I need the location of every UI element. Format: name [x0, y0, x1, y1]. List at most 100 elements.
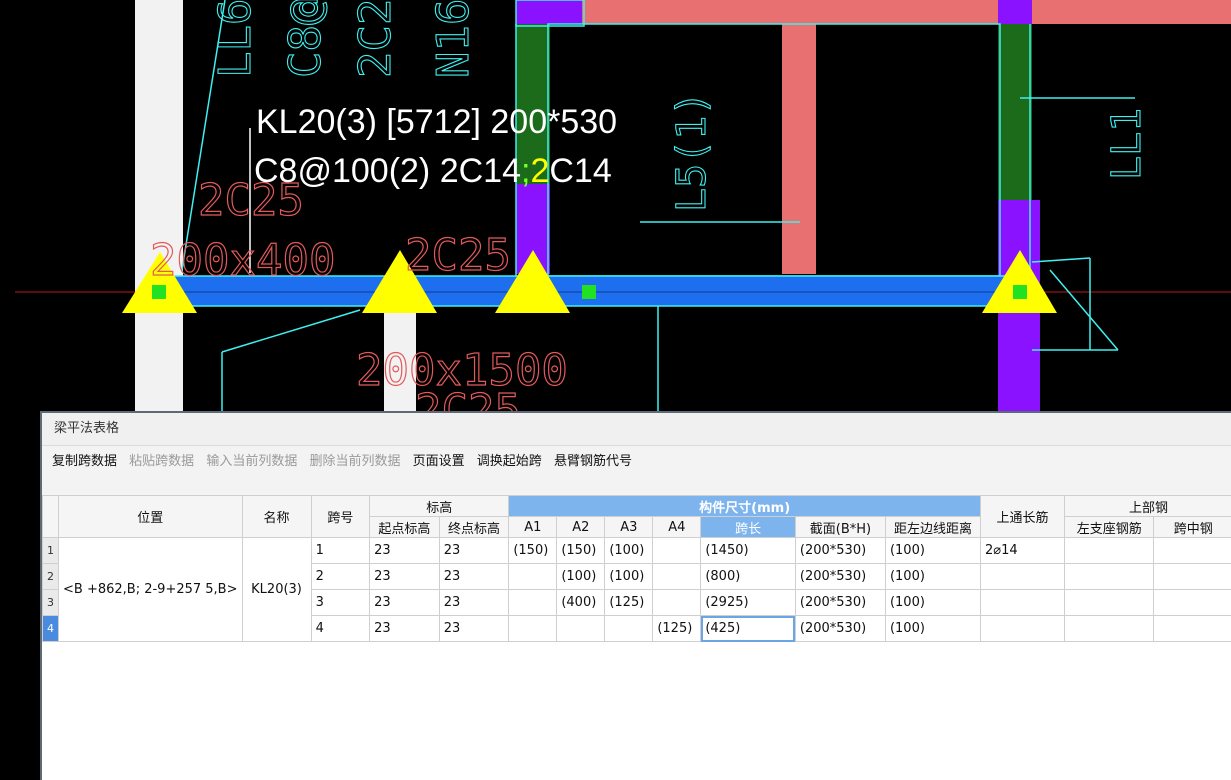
beam-annotation-line1[interactable]: KL20(3) [5712] 200*530	[256, 103, 617, 141]
cell-end-elev[interactable]: 23	[438, 563, 510, 590]
cell-span-length[interactable]: (2925)	[700, 589, 796, 616]
row-number[interactable]: 1	[42, 537, 59, 564]
cell-left-dist[interactable]: (100)	[884, 615, 981, 642]
col-a2: A2	[556, 516, 606, 538]
cell-a2[interactable]: (100)	[556, 563, 606, 590]
cell-end-elev[interactable]: 23	[438, 615, 510, 642]
table-row[interactable]: 1 <B +862,B; 2-9+257 5,B> KL20(3) 1 23 2…	[42, 537, 1231, 642]
beam-table-panel: 梁平法表格 复制跨数据 粘贴跨数据 输入当前列数据 删除当前列数据 页面设置 调…	[40, 411, 1231, 780]
delete-column-button[interactable]: 删除当前列数据	[309, 454, 400, 469]
cell-end-elev[interactable]: 23	[438, 589, 510, 616]
beam-grid: 位置 名称 跨号 标高 构件尺寸(mm) 上通长筋 上部钢 起点标高 终点标高 …	[42, 495, 1231, 642]
cell-left-support[interactable]	[1063, 615, 1155, 642]
cell-left-dist[interactable]: (100)	[884, 589, 981, 616]
cell-a2[interactable]: (400)	[556, 589, 606, 616]
slab-top	[582, 0, 1231, 24]
cell-left-support[interactable]	[1063, 589, 1155, 616]
cell-left-support[interactable]	[1063, 563, 1155, 590]
col-span-length: 跨长	[700, 516, 796, 538]
cell-left-support[interactable]	[1063, 537, 1155, 564]
cell-span-length[interactable]: (800)	[700, 563, 796, 590]
cyan-label-1: LL6	[210, 0, 261, 78]
cell-mid-span[interactable]	[1153, 589, 1231, 616]
cell-section[interactable]: (200*530)	[794, 537, 886, 564]
cell-end-elev[interactable]: 23	[438, 537, 510, 564]
slab-vertical	[782, 24, 816, 274]
cell-a3[interactable]: (125)	[604, 589, 654, 616]
cell-position[interactable]: <B +862,B; 2-9+257 5,B>	[58, 537, 243, 642]
cell-a4[interactable]: (125)	[652, 615, 702, 642]
cell-top-through[interactable]	[979, 615, 1065, 642]
row-number[interactable]: 2	[42, 563, 59, 590]
col-elevation-group: 标高	[369, 495, 510, 517]
cell-a4[interactable]	[652, 537, 702, 564]
cell-span-length[interactable]: (1450)	[700, 537, 796, 564]
cell-mid-span[interactable]	[1153, 563, 1231, 590]
cell-start-elev[interactable]: 23	[369, 615, 440, 642]
annotation-separator: ;	[521, 152, 530, 190]
cell-section[interactable]: (200*530)	[794, 563, 886, 590]
cell-a1[interactable]	[508, 563, 558, 590]
cell-a3[interactable]	[604, 615, 654, 642]
annotation-count: 2	[530, 152, 549, 190]
cell-name[interactable]: KL20(3)	[241, 537, 312, 642]
red-label-2: 200x400	[150, 235, 335, 286]
col-end-elev: 终点标高	[438, 516, 510, 538]
cell-start-elev[interactable]: 23	[369, 563, 440, 590]
panel-title: 梁平法表格	[42, 413, 1231, 446]
swap-start-span-button[interactable]: 调换起始跨	[477, 454, 542, 469]
beam-annotation-line2[interactable]: C8@100(2) 2C14;2C14	[254, 152, 612, 190]
grip-node-2[interactable]	[582, 285, 596, 299]
cell-span[interactable]: 3	[310, 589, 371, 616]
cell-a1[interactable]: (150)	[508, 537, 558, 564]
cell-span[interactable]: 4	[310, 615, 371, 642]
red-label-3: 2C25	[405, 230, 511, 281]
cell-start-elev[interactable]: 23	[369, 537, 440, 564]
cantilever-code-button[interactable]: 悬臂钢筋代号	[554, 454, 632, 469]
col-a3: A3	[604, 516, 654, 538]
cell-mid-span[interactable]	[1153, 537, 1231, 564]
annotation-stirrup: C8@100(2) 2C14	[254, 152, 521, 190]
cell-a3[interactable]: (100)	[604, 537, 654, 564]
cell-left-dist[interactable]: (100)	[884, 537, 981, 564]
cell-left-dist[interactable]: (100)	[884, 563, 981, 590]
cell-span[interactable]: 2	[310, 563, 371, 590]
cell-mid-span[interactable]	[1153, 615, 1231, 642]
column-top-1	[516, 0, 582, 24]
col-left-dist: 距左边线距离	[884, 516, 981, 538]
cell-a2[interactable]	[556, 615, 606, 642]
annotation-bar: C14	[549, 152, 611, 190]
cell-top-through[interactable]	[979, 589, 1065, 616]
cell-start-elev[interactable]: 23	[369, 589, 440, 616]
row-number[interactable]: 3	[42, 589, 59, 616]
cell-section[interactable]: (200*530)	[794, 615, 886, 642]
cell-a4[interactable]	[652, 563, 702, 590]
input-column-button[interactable]: 输入当前列数据	[206, 454, 297, 469]
row-number[interactable]: 4	[42, 615, 59, 642]
cell-a1[interactable]	[508, 589, 558, 616]
copy-span-button[interactable]: 复制跨数据	[52, 454, 117, 469]
cell-span[interactable]: 1	[310, 537, 371, 564]
cyan-label-2: C8@	[280, 0, 331, 78]
left-white-column	[135, 0, 183, 411]
col-left-support: 左支座钢筋	[1063, 516, 1155, 538]
paste-span-button[interactable]: 粘贴跨数据	[129, 454, 194, 469]
cell-a3[interactable]: (100)	[604, 563, 654, 590]
grip-node-1[interactable]	[152, 285, 166, 299]
col-position: 位置	[58, 495, 243, 538]
grip-node-3[interactable]	[1013, 285, 1027, 299]
cell-span-length[interactable]: (425)	[700, 615, 796, 642]
cell-a2[interactable]: (150)	[556, 537, 606, 564]
beam-grid-container[interactable]: 位置 名称 跨号 标高 构件尺寸(mm) 上通长筋 上部钢 起点标高 终点标高 …	[42, 495, 1231, 780]
col-dims-group: 构件尺寸(mm)	[508, 495, 981, 517]
col-a1: A1	[508, 516, 558, 538]
cell-a1[interactable]	[508, 615, 558, 642]
cell-top-through[interactable]	[979, 563, 1065, 590]
cell-section[interactable]: (200*530)	[794, 589, 886, 616]
column-dark-green-2	[998, 24, 1032, 200]
col-top-through: 上通长筋	[979, 495, 1065, 538]
cell-a4[interactable]	[652, 589, 702, 616]
cell-top-through[interactable]: 2⌀14	[979, 537, 1065, 564]
column-top-2	[998, 0, 1032, 24]
page-setup-button[interactable]: 页面设置	[413, 454, 465, 469]
